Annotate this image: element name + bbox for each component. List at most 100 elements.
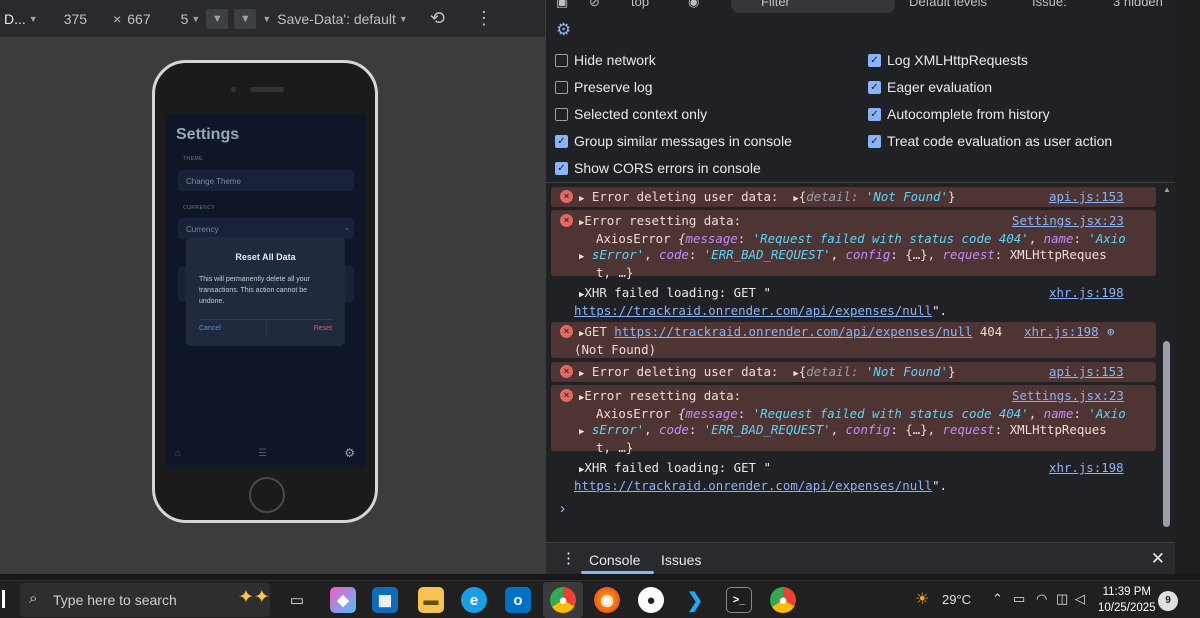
url-link[interactable]: https://trackraid.onrender.com/api/expen… (574, 478, 932, 493)
object-key: code (659, 247, 689, 262)
home-button[interactable] (249, 477, 285, 513)
autocomplete-checkbox[interactable]: ✓ Autocomplete from history (868, 106, 1050, 122)
expand-triangle-icon[interactable]: ▶ (793, 369, 798, 379)
firefox-icon[interactable]: ◉ (594, 587, 620, 613)
weather-icon[interactable]: ☀ (915, 589, 929, 609)
eager-evaluation-checkbox[interactable]: ✓ Eager evaluation (868, 79, 992, 95)
expand-triangle-icon[interactable]: ▶ (579, 194, 584, 204)
url-link[interactable]: https://trackraid.onrender.com/api/expen… (614, 324, 972, 339)
log-xhr-checkbox[interactable]: ✓ Log XMLHttpRequests (868, 52, 1028, 68)
context-select[interactable]: top (631, 0, 649, 9)
source-link[interactable]: Settings.jsx:23 (1012, 213, 1124, 229)
tab-issues[interactable]: Issues (661, 552, 701, 568)
home-icon[interactable]: ⌂ (175, 448, 181, 459)
taskbar-search[interactable]: ⌕ Type here to search ✦✦ (20, 583, 270, 617)
reset-button[interactable]: Reset (314, 325, 332, 332)
more-options-icon[interactable]: ⋮ (475, 8, 493, 29)
hide-network-checkbox[interactable]: Hide network (555, 52, 656, 68)
terminal-icon[interactable]: >_ (726, 587, 752, 613)
network-conditions-select[interactable]: ▼ (262, 14, 271, 24)
checkbox-checked-icon: ✓ (555, 134, 568, 148)
copilot-icon[interactable]: ◆ (330, 587, 356, 613)
cancel-button[interactable]: Cancel (199, 325, 221, 332)
clock-time: 11:39 PM (1102, 586, 1151, 598)
console-error-row[interactable]: × ▶GET https://trackraid.onrender.com/ap… (551, 322, 1156, 358)
more-tabs-icon[interactable]: ⋮ (561, 549, 576, 567)
console-prompt[interactable]: › (560, 500, 565, 517)
object-value: 'Axio (1088, 406, 1126, 421)
expand-triangle-icon[interactable]: ▶ (579, 369, 584, 379)
battery-icon[interactable]: ▭ (1013, 591, 1025, 607)
sparkle-icon[interactable]: ✦✦ (238, 586, 270, 609)
tab-console[interactable]: Console (589, 552, 640, 568)
notification-badge[interactable]: 9 (1158, 591, 1178, 611)
edge-icon[interactable]: e (461, 587, 487, 613)
throttle-select[interactable]: ▼ (206, 8, 229, 29)
expand-triangle-icon[interactable]: ▶ (579, 252, 584, 262)
source-link[interactable]: api.js:153 (1049, 189, 1124, 205)
object-value: {…} (905, 422, 928, 437)
scrollbar-thumb[interactable] (1163, 341, 1170, 527)
volume-icon[interactable]: ◁ (1075, 591, 1085, 607)
object-value: sError' (591, 422, 645, 437)
start-button[interactable] (2, 590, 5, 608)
theme-select[interactable]: Change Theme (178, 170, 354, 191)
folder-icon[interactable]: ▬ (418, 587, 444, 613)
store-icon[interactable]: ▦ (372, 587, 398, 613)
levels-select[interactable]: Default levels (909, 0, 987, 9)
save-data-select[interactable]: Save-Data': default ▼ (277, 11, 408, 27)
device-toolbar: D... ▼ 375 × 667 5 ▼ ▼ ▼ ▼ Save-Data': def… (0, 0, 545, 38)
preserve-log-checkbox[interactable]: Preserve log (555, 79, 653, 95)
console-error-row[interactable]: × ▶ Error deleting user data: ▶{detail: … (551, 187, 1156, 207)
github-icon[interactable]: ● (638, 587, 664, 613)
outlook-icon[interactable]: o (505, 587, 531, 613)
clock[interactable]: 11:39 PM 10/25/2025 (1098, 584, 1156, 616)
eye-icon[interactable]: ◉ (688, 0, 699, 10)
group-similar-checkbox[interactable]: ✓ Group similar messages in console (555, 133, 792, 149)
chevron-up-icon[interactable]: ⌃ (992, 591, 1003, 607)
expand-triangle-icon[interactable]: ▶ (579, 427, 584, 437)
console-error-row[interactable]: × ▶ Error deleting user data: ▶{detail: … (551, 362, 1156, 382)
checkbox-checked-icon: ✓ (868, 53, 881, 67)
issues-button[interactable]: Issue: (1032, 0, 1067, 9)
chrome-icon[interactable]: ● (550, 587, 576, 613)
sidebar-toggle-icon[interactable]: ▣ (556, 0, 568, 10)
source-link[interactable]: xhr.js:198 (1049, 285, 1124, 301)
source-link[interactable]: api.js:153 (1049, 364, 1124, 380)
user-action-checkbox[interactable]: ✓ Treat code evaluation as user action (868, 133, 1112, 149)
source-link[interactable]: Settings.jsx:23 (1012, 388, 1124, 404)
device-select[interactable]: D... ▼ (4, 11, 38, 27)
weather-temp[interactable]: 29°C (942, 592, 971, 607)
expand-triangle-icon[interactable]: ▶ (793, 194, 798, 204)
chrome-icon[interactable]: ● (770, 587, 796, 613)
source-link[interactable]: xhr.js:198 (1049, 460, 1124, 476)
close-icon[interactable]: ✕ (1151, 549, 1165, 569)
console-log-row[interactable]: ▶XHR failed loading: GET " https://track… (551, 459, 1156, 493)
gear-icon[interactable]: ⚙ (344, 446, 355, 460)
wifi-icon[interactable]: ◠ (1036, 591, 1047, 607)
display-icon[interactable]: ◫ (1056, 591, 1068, 607)
list-icon[interactable]: ☰ (258, 448, 267, 459)
console-settings-gear-icon[interactable]: ⚙ (556, 20, 571, 40)
console-scrollbar[interactable]: ▲ (1161, 183, 1173, 540)
height-input[interactable]: 667 (127, 11, 150, 27)
console-error-row[interactable]: × ▶Error resetting data: AxiosError {mes… (551, 385, 1156, 455)
filter-input[interactable]: Filter (731, 0, 895, 13)
currency-select[interactable]: Currency ⌄ (178, 218, 354, 239)
console-error-row[interactable]: × ▶Error resetting data: AxiosError {mes… (551, 210, 1156, 280)
checkbox-checked-icon: ✓ (868, 80, 881, 94)
task-view-icon[interactable]: ▭ (284, 587, 310, 613)
clear-console-icon[interactable]: ⊘ (589, 0, 600, 10)
zoom-select[interactable]: 5 ▼ (181, 11, 201, 27)
show-cors-checkbox[interactable]: ✓ Show CORS errors in console (555, 160, 761, 176)
source-link[interactable]: xhr.js:198 (1024, 324, 1099, 340)
network-select[interactable]: ▼ (234, 8, 257, 29)
url-link[interactable]: https://trackraid.onrender.com/api/expen… (574, 303, 932, 318)
width-input[interactable]: 375 (64, 11, 87, 27)
console-log-row[interactable]: ▶XHR failed loading: GET " https://track… (551, 284, 1156, 318)
vscode-icon[interactable]: ❯ (682, 587, 708, 613)
rotate-icon[interactable]: ⟲ (430, 8, 445, 29)
network-icon[interactable]: ⊕ (1107, 324, 1114, 340)
selected-context-checkbox[interactable]: Selected context only (555, 106, 707, 122)
scroll-up-icon[interactable]: ▲ (1163, 185, 1171, 194)
